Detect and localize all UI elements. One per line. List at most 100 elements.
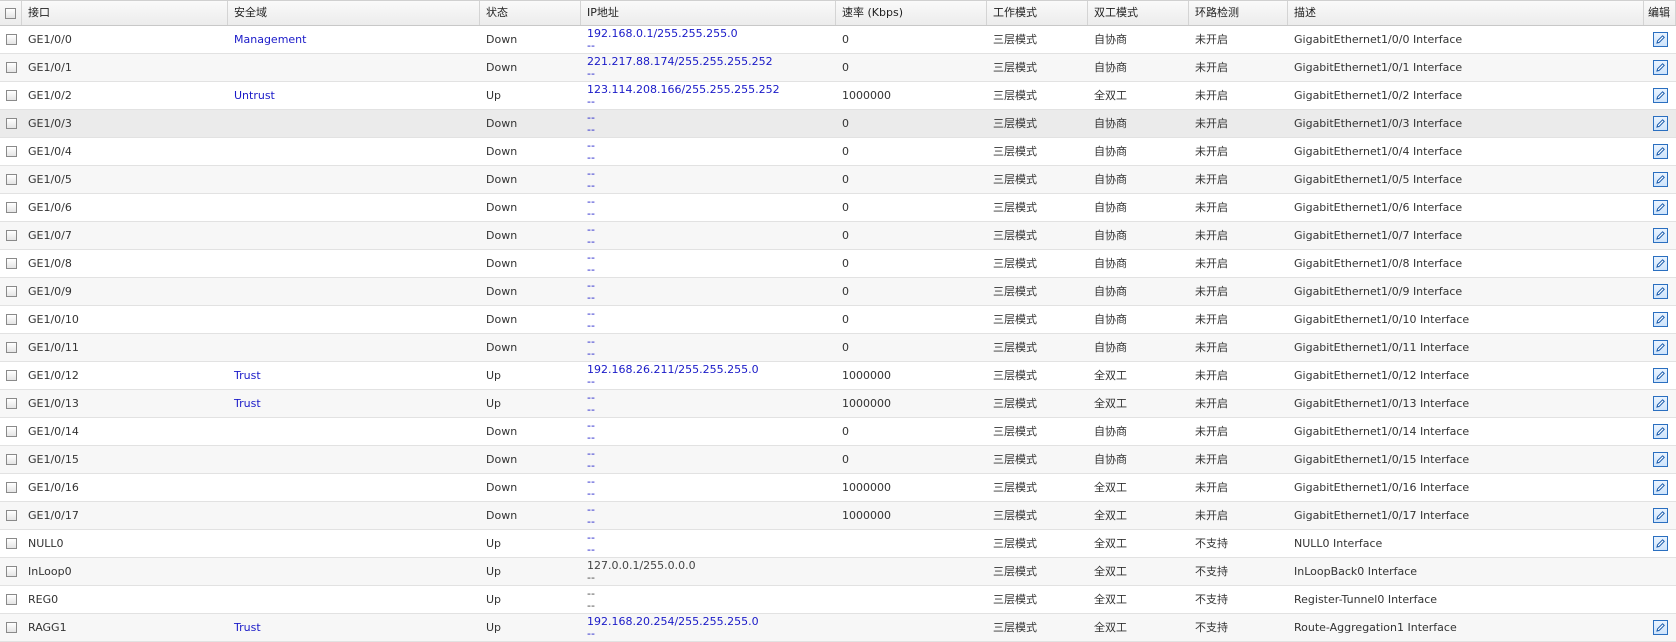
ipv6-address[interactable]: -- [587,348,836,360]
table-row[interactable]: GE1/0/11 Down -- -- 0 三层模式 自协商 未开启 GigabitEthern… [0,334,1676,362]
edit-icon[interactable] [1652,424,1668,439]
ipv4-address[interactable]: -- [587,140,836,152]
row-checkbox[interactable] [5,594,17,605]
table-row[interactable]: NULL0 Up -- -- 三层模式 全双工 不支持 NULL0 Interface [0,530,1676,558]
edit-icon[interactable] [1652,200,1668,215]
row-checkbox[interactable] [5,426,17,437]
row-checkbox[interactable] [5,146,17,157]
table-row[interactable]: GE1/0/17 Down -- -- 1000000 三层模式 全双工 未开启 Gigabit… [0,502,1676,530]
table-row[interactable]: GE1/0/2 Untrust Up 123.114.208.166/255.255.… [0,82,1676,110]
ipv4-address[interactable]: -- [587,224,836,236]
ipv4-address[interactable]: -- [587,336,836,348]
edit-icon[interactable] [1652,32,1668,47]
row-checkbox[interactable] [5,454,17,465]
table-row[interactable]: REG0 Up -- -- 三层模式 全双工 不支持 Register-Tunnel0 Int… [0,586,1676,614]
table-row[interactable]: GE1/0/10 Down -- -- 0 三层模式 自协商 未开启 GigabitEthern… [0,306,1676,334]
edit-icon[interactable] [1652,116,1668,131]
table-row[interactable]: GE1/0/7 Down -- -- 0 三层模式 自协商 未开启 GigabitEtherne… [0,222,1676,250]
row-checkbox[interactable] [5,370,17,381]
ipv6-address[interactable]: -- [587,152,836,164]
table-row[interactable]: GE1/0/6 Down -- -- 0 三层模式 自协商 未开启 GigabitEtherne… [0,194,1676,222]
ipv4-address[interactable]: -- [587,476,836,488]
table-row[interactable]: RAGG1 Trust Up 192.168.20.254/255.255.255.0… [0,614,1676,642]
ipv6-address[interactable]: -- [587,180,836,192]
row-checkbox[interactable] [5,566,17,577]
table-row[interactable]: GE1/0/0 Management Down 192.168.0.1/255.255… [0,26,1676,54]
row-checkbox[interactable] [5,286,17,297]
edit-icon[interactable] [1652,480,1668,495]
edit-icon[interactable] [1652,508,1668,523]
ipv4-address[interactable]: -- [587,168,836,180]
ipv6-address[interactable]: -- [587,432,836,444]
ipv6-address[interactable]: -- [587,404,836,416]
ipv6-address[interactable]: -- [587,264,836,276]
edit-icon[interactable] [1652,284,1668,299]
table-row[interactable]: GE1/0/8 Down -- -- 0 三层模式 自协商 未开启 GigabitEtherne… [0,250,1676,278]
row-checkbox[interactable] [5,230,17,241]
header-ip[interactable]: IP地址 [581,1,836,25]
ipv4-address[interactable]: -- [587,112,836,124]
row-checkbox[interactable] [5,118,17,129]
edit-icon[interactable] [1652,256,1668,271]
header-desc[interactable]: 描述 [1288,1,1644,25]
ipv6-address[interactable]: -- [587,96,836,108]
table-row[interactable]: GE1/0/12 Trust Up 192.168.26.211/255.255.25… [0,362,1676,390]
ipv6-address[interactable]: -- [587,236,836,248]
edit-icon[interactable] [1652,172,1668,187]
ipv4-address[interactable]: 192.168.0.1/255.255.255.0 [587,28,836,40]
ipv4-address[interactable]: -- [587,420,836,432]
table-row[interactable]: GE1/0/16 Down -- -- 1000000 三层模式 全双工 未开启 Gigabit… [0,474,1676,502]
header-zone[interactable]: 安全域 [228,1,480,25]
ipv6-address[interactable]: -- [587,320,836,332]
edit-icon[interactable] [1652,620,1668,635]
header-status[interactable]: 状态 [480,1,581,25]
ipv6-address[interactable]: -- [587,460,836,472]
table-row[interactable]: GE1/0/1 Down 221.217.88.174/255.255.255.25… [0,54,1676,82]
header-interface[interactable]: 接口 [22,1,228,25]
ipv4-address[interactable]: -- [587,392,836,404]
edit-icon[interactable] [1652,60,1668,75]
ipv4-address[interactable]: 123.114.208.166/255.255.255.252 [587,84,836,96]
ipv6-address[interactable]: -- [587,376,836,388]
row-checkbox[interactable] [5,510,17,521]
ipv6-address[interactable]: -- [587,40,836,52]
security-zone-link[interactable]: Trust [234,369,261,382]
table-row[interactable]: GE1/0/5 Down -- -- 0 三层模式 自协商 未开启 GigabitEtherne… [0,166,1676,194]
header-mode[interactable]: 工作模式 [987,1,1088,25]
ipv4-address[interactable]: 192.168.26.211/255.255.255.0 [587,364,836,376]
ipv6-address[interactable]: -- [587,124,836,136]
ipv4-address[interactable]: -- [587,308,836,320]
edit-icon[interactable] [1652,452,1668,467]
edit-icon[interactable] [1652,396,1668,411]
table-row[interactable]: GE1/0/3 Down -- -- 0 三层模式 自协商 未开启 GigabitEtherne… [0,110,1676,138]
row-checkbox[interactable] [5,622,17,633]
ipv6-address[interactable]: -- [587,68,836,80]
row-checkbox[interactable] [5,34,17,45]
edit-icon[interactable] [1652,88,1668,103]
ipv6-address[interactable]: -- [587,208,836,220]
ipv4-address[interactable]: 221.217.88.174/255.255.255.252 [587,56,836,68]
ipv4-address[interactable]: -- [587,532,836,544]
edit-icon[interactable] [1652,368,1668,383]
header-duplex[interactable]: 双工模式 [1088,1,1189,25]
ipv4-address[interactable]: -- [587,280,836,292]
row-checkbox[interactable] [5,482,17,493]
edit-icon[interactable] [1652,536,1668,551]
row-checkbox[interactable] [5,62,17,73]
ipv4-address[interactable]: -- [587,252,836,264]
row-checkbox[interactable] [5,314,17,325]
security-zone-link[interactable]: Untrust [234,89,275,102]
row-checkbox[interactable] [5,202,17,213]
ipv4-address[interactable]: 192.168.20.254/255.255.255.0 [587,616,836,628]
ipv4-address[interactable]: -- [587,196,836,208]
row-checkbox[interactable] [5,174,17,185]
table-row[interactable]: GE1/0/13 Trust Up -- -- 1000000 三层模式 全双工 未开启 Giga… [0,390,1676,418]
select-all-checkbox[interactable] [5,7,16,19]
ipv6-address[interactable]: -- [587,544,836,556]
row-checkbox[interactable] [5,398,17,409]
table-row[interactable]: GE1/0/14 Down -- -- 0 三层模式 自协商 未开启 GigabitEthern… [0,418,1676,446]
table-row[interactable]: InLoop0 Up 127.0.0.1/255.0.0.0 -- 三层模式 全双工 不支持… [0,558,1676,586]
ipv6-address[interactable]: -- [587,516,836,528]
row-checkbox[interactable] [5,342,17,353]
security-zone-link[interactable]: Trust [234,621,261,634]
